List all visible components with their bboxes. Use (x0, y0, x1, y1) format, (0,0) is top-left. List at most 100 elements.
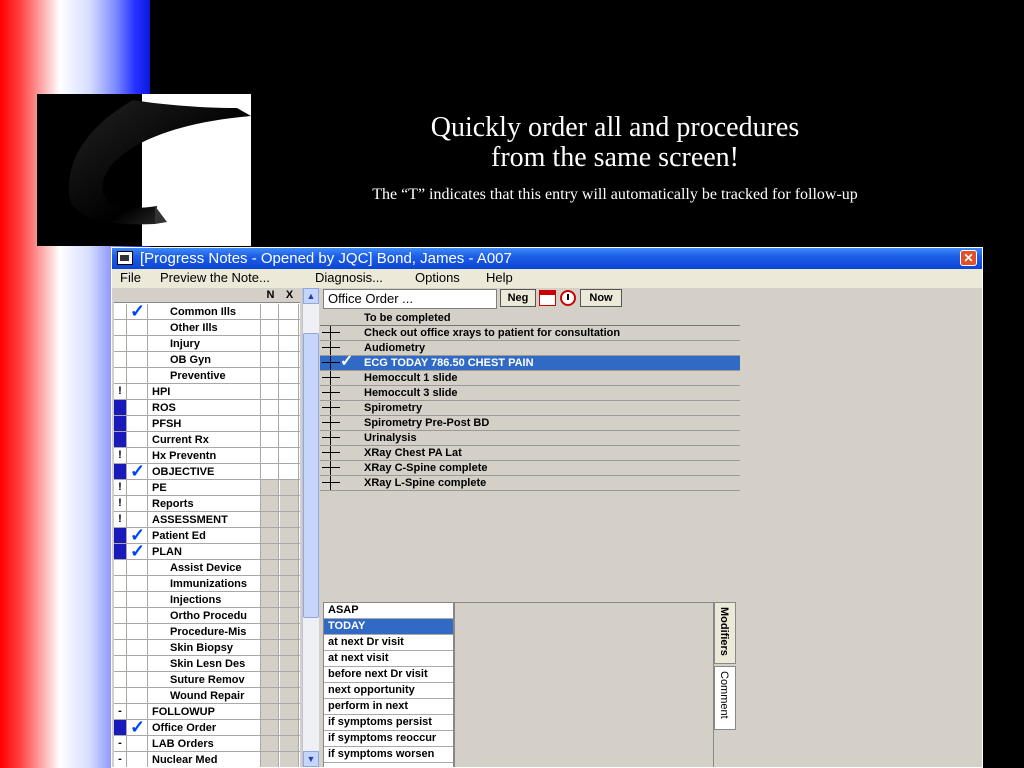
order-row[interactable]: Hemoccult 3 slide (320, 386, 740, 401)
row-n-cell[interactable] (260, 432, 279, 447)
row-check-cell[interactable] (128, 384, 148, 399)
modifier-item[interactable]: next opportunity (324, 683, 453, 699)
grid-row[interactable]: ✓ Office Order (114, 718, 300, 736)
modifier-item[interactable]: if symptoms worsen (324, 747, 453, 763)
row-x-cell[interactable] (280, 384, 299, 399)
grid-row[interactable]: Procedure-Mis (114, 624, 300, 640)
row-n-cell[interactable] (260, 720, 279, 735)
row-check-cell[interactable] (128, 640, 148, 655)
app-icon[interactable] (117, 251, 133, 265)
row-n-cell[interactable] (260, 704, 279, 719)
row-x-cell[interactable] (280, 336, 299, 351)
row-n-cell[interactable] (260, 448, 279, 463)
row-check-cell[interactable] (128, 752, 148, 767)
modifier-item[interactable]: TODAY (324, 619, 453, 635)
row-n-cell[interactable] (260, 512, 279, 527)
tree-expand-icon[interactable] (322, 461, 340, 475)
row-check-cell[interactable] (128, 400, 148, 415)
row-x-cell[interactable] (280, 496, 299, 511)
modifier-item[interactable]: ASAP (324, 603, 453, 619)
row-n-cell[interactable] (260, 592, 279, 607)
grid-row[interactable]: ! HPI (114, 384, 300, 400)
row-x-cell[interactable] (280, 400, 299, 415)
tree-expand-icon[interactable] (322, 446, 340, 460)
grid-row[interactable]: Current Rx (114, 432, 300, 448)
row-n-cell[interactable] (260, 576, 279, 591)
row-x-cell[interactable] (280, 592, 299, 607)
row-x-cell[interactable] (280, 464, 299, 479)
row-x-cell[interactable] (280, 720, 299, 735)
tree-expand-icon[interactable] (322, 371, 340, 385)
grid-row[interactable]: Assist Device (114, 560, 300, 576)
tree-expand-icon[interactable] (322, 326, 340, 340)
row-n-cell[interactable] (260, 656, 279, 671)
row-n-cell[interactable] (260, 544, 279, 559)
row-n-cell[interactable] (260, 736, 279, 751)
row-n-cell[interactable] (260, 624, 279, 639)
row-x-cell[interactable] (280, 736, 299, 751)
row-x-cell[interactable] (280, 368, 299, 383)
row-n-cell[interactable] (260, 464, 279, 479)
row-n-cell[interactable] (260, 560, 279, 575)
row-n-cell[interactable] (260, 336, 279, 351)
grid-row[interactable]: ✓ PLAN (114, 542, 300, 560)
neg-button[interactable]: Neg (500, 289, 536, 307)
row-x-cell[interactable] (280, 448, 299, 463)
order-row[interactable]: Check out office xrays to patient for co… (320, 326, 740, 341)
row-n-cell[interactable] (260, 528, 279, 543)
window-titlebar[interactable]: [Progress Notes - Opened by JQC] Bond, J… (112, 248, 982, 269)
row-n-cell[interactable] (260, 368, 279, 383)
row-x-cell[interactable] (280, 704, 299, 719)
row-n-cell[interactable] (260, 304, 279, 319)
grid-row[interactable]: ✓ Common Ills (114, 302, 300, 320)
row-x-cell[interactable] (280, 544, 299, 559)
grid-row[interactable]: ROS (114, 400, 300, 416)
row-n-cell[interactable] (260, 320, 279, 335)
row-x-cell[interactable] (280, 640, 299, 655)
grid-row[interactable]: OB Gyn (114, 352, 300, 368)
row-check-cell[interactable] (128, 416, 148, 431)
row-x-cell[interactable] (280, 480, 299, 495)
row-x-cell[interactable] (280, 432, 299, 447)
tab-comment[interactable]: Comment (714, 666, 736, 730)
row-n-cell[interactable] (260, 672, 279, 687)
grid-row[interactable]: Injections (114, 592, 300, 608)
grid-row[interactable]: Wound Repair (114, 688, 300, 704)
row-check-cell[interactable] (128, 432, 148, 447)
clock-icon[interactable] (560, 290, 576, 306)
scroll-up-arrow-icon[interactable]: ▲ (303, 288, 319, 304)
row-n-cell[interactable] (260, 608, 279, 623)
row-check-cell[interactable] (128, 320, 148, 335)
row-check-cell[interactable] (128, 576, 148, 591)
row-check-cell[interactable] (128, 480, 148, 495)
row-n-cell[interactable] (260, 352, 279, 367)
row-n-cell[interactable] (260, 480, 279, 495)
row-check-cell[interactable] (128, 656, 148, 671)
grid-row[interactable]: Suture Remov (114, 672, 300, 688)
modifier-item[interactable]: if symptoms persist (324, 715, 453, 731)
grid-row[interactable]: Injury (114, 336, 300, 352)
row-n-cell[interactable] (260, 496, 279, 511)
grid-row[interactable]: ! Reports (114, 496, 300, 512)
tree-expand-icon[interactable] (322, 431, 340, 445)
tree-expand-icon[interactable] (322, 416, 340, 430)
order-row[interactable]: ✓ ECG TODAY 786.50 CHEST PAIN (320, 354, 740, 371)
order-row[interactable]: XRay Chest PA Lat (320, 446, 740, 461)
scroll-thumb[interactable] (303, 333, 319, 618)
tree-expand-icon[interactable] (322, 356, 340, 370)
menu-help[interactable]: Help (486, 270, 513, 285)
row-x-cell[interactable] (280, 560, 299, 575)
row-check-cell[interactable] (128, 608, 148, 623)
grid-row[interactable]: - Nuclear Med (114, 752, 300, 767)
checkmark-icon[interactable]: ✓ (128, 302, 148, 320)
row-check-cell[interactable] (128, 736, 148, 751)
row-check-cell[interactable] (128, 688, 148, 703)
grid-row[interactable]: Immunizations (114, 576, 300, 592)
close-button[interactable]: ✕ (960, 250, 977, 266)
grid-row[interactable]: PFSH (114, 416, 300, 432)
row-n-cell[interactable] (260, 688, 279, 703)
row-n-cell[interactable] (260, 640, 279, 655)
office-order-box[interactable]: Office Order ... (323, 289, 497, 309)
now-button[interactable]: Now (580, 289, 622, 307)
row-x-cell[interactable] (280, 304, 299, 319)
